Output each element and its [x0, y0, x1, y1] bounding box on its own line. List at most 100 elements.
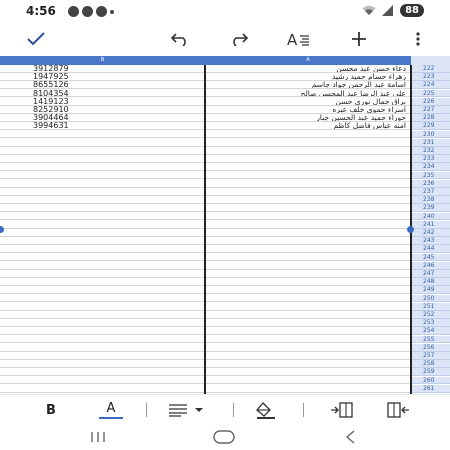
cell-b[interactable]: 1947925	[0, 73, 205, 82]
row-number[interactable]: 253	[411, 319, 450, 328]
row-number[interactable]: 238	[411, 196, 450, 205]
cell-a[interactable]: اسراء حموي خلف عبره	[205, 106, 411, 114]
cell-a[interactable]	[205, 335, 411, 344]
cell-a[interactable]	[205, 261, 411, 270]
insert-column-right-icon[interactable]	[385, 399, 411, 421]
cell-b[interactable]	[0, 261, 205, 270]
cell-b[interactable]	[0, 302, 205, 311]
align-dropdown[interactable]	[166, 399, 212, 421]
cell-b[interactable]	[0, 188, 205, 196]
cell-a[interactable]: حوراء حميد عبد الحسين جبار	[205, 114, 411, 123]
bold-button[interactable]: B	[40, 399, 62, 421]
spreadsheet-grid[interactable]: B A 3912879 دعاء حسن عبد محسن 222 1947925 زه…	[0, 56, 450, 394]
cell-a[interactable]	[205, 188, 411, 196]
cell-a[interactable]	[205, 130, 411, 139]
cell-b[interactable]: 8655126	[0, 81, 205, 90]
more-vertical-icon[interactable]	[408, 26, 428, 52]
row-number[interactable]: 237	[411, 188, 450, 196]
cell-a[interactable]	[205, 245, 411, 254]
redo-icon[interactable]	[225, 26, 253, 52]
insert-column-left-icon[interactable]	[329, 399, 355, 421]
cell-b[interactable]	[0, 368, 205, 377]
cell-b[interactable]	[0, 245, 205, 254]
cell-b[interactable]	[0, 384, 205, 393]
cell-b[interactable]	[0, 171, 205, 180]
row-number[interactable]: 232	[411, 147, 450, 155]
column-header-b[interactable]: B	[0, 56, 205, 65]
back-icon[interactable]	[340, 428, 360, 446]
row-number[interactable]: 247	[411, 270, 450, 278]
cell-b[interactable]	[0, 278, 205, 287]
row-number[interactable]: 260	[411, 376, 450, 385]
row-number[interactable]: 258	[411, 360, 450, 369]
row-number[interactable]: 257	[411, 352, 450, 360]
cell-b[interactable]	[0, 196, 205, 205]
cell-b[interactable]	[0, 220, 205, 229]
row-number[interactable]: 245	[411, 253, 450, 262]
cell-a[interactable]	[205, 376, 411, 385]
cell-a[interactable]	[205, 163, 411, 172]
cell-a[interactable]	[205, 237, 411, 246]
row-number[interactable]: 223	[411, 73, 450, 82]
cell-a[interactable]	[205, 368, 411, 377]
recent-apps-icon[interactable]	[88, 428, 108, 446]
row-number[interactable]: 246	[411, 261, 450, 270]
row-number[interactable]: 226	[411, 97, 450, 106]
row-number[interactable]: 259	[411, 368, 450, 377]
cell-a[interactable]	[205, 294, 411, 303]
cell-b[interactable]	[0, 147, 205, 155]
row-number[interactable]: 249	[411, 286, 450, 295]
row-number[interactable]: 242	[411, 229, 450, 237]
cell-b[interactable]: 3912879	[0, 65, 205, 73]
cell-a[interactable]	[205, 179, 411, 188]
row-number[interactable]: 252	[411, 311, 450, 319]
row-number[interactable]: 261	[411, 384, 450, 393]
row-number[interactable]: 222	[411, 65, 450, 73]
cell-b[interactable]: 3904464	[0, 114, 205, 123]
cell-b[interactable]	[0, 204, 205, 213]
cell-a[interactable]	[205, 360, 411, 369]
row-number[interactable]: 230	[411, 130, 450, 139]
row-number[interactable]: 256	[411, 343, 450, 352]
check-icon[interactable]	[22, 26, 50, 52]
row-number[interactable]: 236	[411, 179, 450, 188]
row-number[interactable]: 227	[411, 106, 450, 114]
cell-b[interactable]	[0, 319, 205, 328]
cell-a[interactable]: اسامة عبد الرحمن جواد جاسم	[205, 81, 411, 90]
cell-a[interactable]: دعاء حسن عبد محسن	[205, 65, 411, 73]
cell-a[interactable]: زهراء حسام حميد رشيد	[205, 73, 411, 82]
cell-a[interactable]	[205, 302, 411, 311]
cell-a[interactable]: امنه عباس فاضل كاظم	[205, 122, 411, 131]
cell-b[interactable]	[0, 335, 205, 344]
row-number[interactable]: 225	[411, 89, 450, 98]
row-number[interactable]: 243	[411, 237, 450, 246]
row-number[interactable]: 235	[411, 171, 450, 180]
row-number[interactable]: 240	[411, 212, 450, 221]
cell-b[interactable]	[0, 286, 205, 295]
row-number[interactable]: 229	[411, 122, 450, 131]
cell-b[interactable]	[0, 294, 205, 303]
row-number[interactable]: 248	[411, 278, 450, 287]
row-number[interactable]: 244	[411, 245, 450, 254]
cell-a[interactable]	[205, 171, 411, 180]
cell-a[interactable]	[205, 286, 411, 295]
cell-b[interactable]	[0, 270, 205, 278]
row-number[interactable]: 234	[411, 163, 450, 172]
cell-a[interactable]: علي عبد الرضا عبد المحسن صالح	[205, 89, 411, 98]
row-number[interactable]: 254	[411, 327, 450, 336]
row-number[interactable]: 255	[411, 335, 450, 344]
cell-b[interactable]	[0, 327, 205, 336]
cell-b[interactable]	[0, 229, 205, 237]
cell-a[interactable]	[205, 138, 411, 147]
cell-b[interactable]	[0, 155, 205, 164]
cell-b[interactable]	[0, 138, 205, 147]
cell-a[interactable]	[205, 220, 411, 229]
row-number[interactable]: 251	[411, 302, 450, 311]
cell-b[interactable]: 8252910	[0, 106, 205, 114]
cell-a[interactable]	[205, 212, 411, 221]
selection-handle-right[interactable]	[407, 226, 414, 233]
cell-b[interactable]	[0, 311, 205, 319]
cell-b[interactable]	[0, 352, 205, 360]
cell-a[interactable]	[205, 204, 411, 213]
row-number[interactable]: 231	[411, 138, 450, 147]
